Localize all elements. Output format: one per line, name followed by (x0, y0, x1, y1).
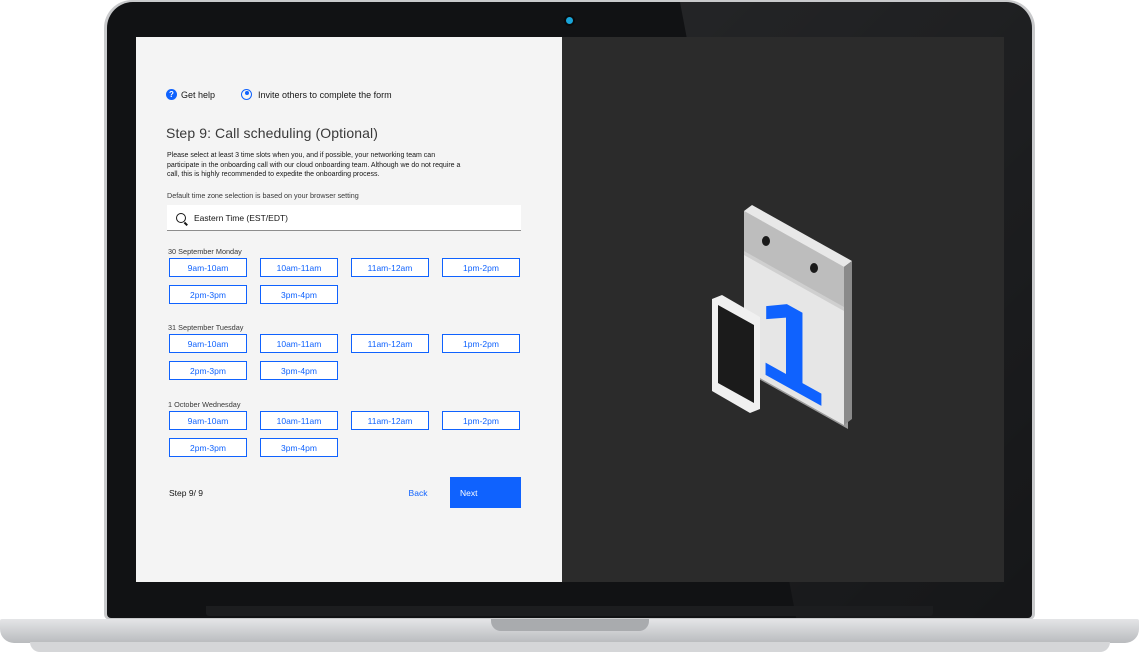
form-description: Please select at least 3 time slots when… (167, 152, 461, 178)
next-button[interactable]: Next (450, 477, 521, 508)
laptop-base-shadow (30, 642, 1110, 652)
binding-hole-icon (810, 263, 818, 273)
timezone-value: Eastern Time (EST/EDT) (194, 212, 288, 223)
time-slot-button[interactable]: 11am-12am (351, 411, 429, 430)
search-icon (176, 212, 186, 223)
time-slot-button[interactable]: 10am-11am (260, 334, 338, 353)
time-slot-button[interactable]: 1pm-2pm (442, 411, 520, 430)
binding-hole-icon (762, 236, 770, 246)
page-title: Step 9: Call scheduling (Optional) (166, 125, 378, 141)
time-slot-button[interactable]: 9am-10am (169, 411, 247, 430)
user-icon (241, 89, 253, 100)
help-icon: ? (166, 89, 177, 100)
invite-others-label: Invite others to complete the form (258, 89, 392, 100)
time-slot-button[interactable]: 3pm-4pm (260, 438, 338, 457)
time-slot-button[interactable]: 11am-12am (351, 334, 429, 353)
get-help-label: Get help (181, 89, 216, 100)
day-label: 31 September Tuesday (168, 323, 244, 332)
time-slot-button[interactable]: 3pm-4pm (260, 361, 338, 380)
day-label: 1 October Wednesday (168, 400, 241, 409)
calendar-illustration: 1 (712, 205, 852, 434)
top-links: ? Get help Invite others to complete the… (166, 89, 418, 100)
get-help-link[interactable]: ? Get help (166, 89, 215, 100)
time-slot-button[interactable]: 2pm-3pm (169, 285, 247, 304)
timezone-note: Default time zone selection is based on … (167, 191, 359, 200)
time-slot-button[interactable]: 1pm-2pm (442, 258, 520, 277)
form-panel: ? Get help Invite others to complete the… (136, 37, 562, 582)
time-slot-button[interactable]: 9am-10am (169, 258, 247, 277)
timezone-search-input[interactable]: Eastern Time (EST/EDT) (167, 205, 521, 231)
time-slot-button[interactable]: 2pm-3pm (169, 361, 247, 380)
back-button[interactable]: Back (398, 478, 438, 508)
time-slot-button[interactable]: 2pm-3pm (169, 438, 247, 457)
invite-others-link[interactable]: Invite others to complete the form (241, 89, 392, 100)
laptop-screen: ? Get help Invite others to complete the… (136, 37, 1004, 582)
time-slot-button[interactable]: 3pm-4pm (260, 285, 338, 304)
time-slot-button[interactable]: 9am-10am (169, 334, 247, 353)
illustration-panel: 1 (562, 37, 1004, 582)
laptop-notch (491, 619, 649, 631)
time-slot-button[interactable]: 11am-12am (351, 258, 429, 277)
bezel-bottom (206, 606, 933, 616)
webcam-icon (566, 17, 573, 24)
day-label: 30 September Monday (168, 247, 242, 256)
calendar-side-edge (844, 261, 852, 425)
time-slot-button[interactable]: 1pm-2pm (442, 334, 520, 353)
time-slot-button[interactable]: 10am-11am (260, 258, 338, 277)
step-counter: Step 9/ 9 (169, 488, 204, 498)
time-slot-button[interactable]: 10am-11am (260, 411, 338, 430)
